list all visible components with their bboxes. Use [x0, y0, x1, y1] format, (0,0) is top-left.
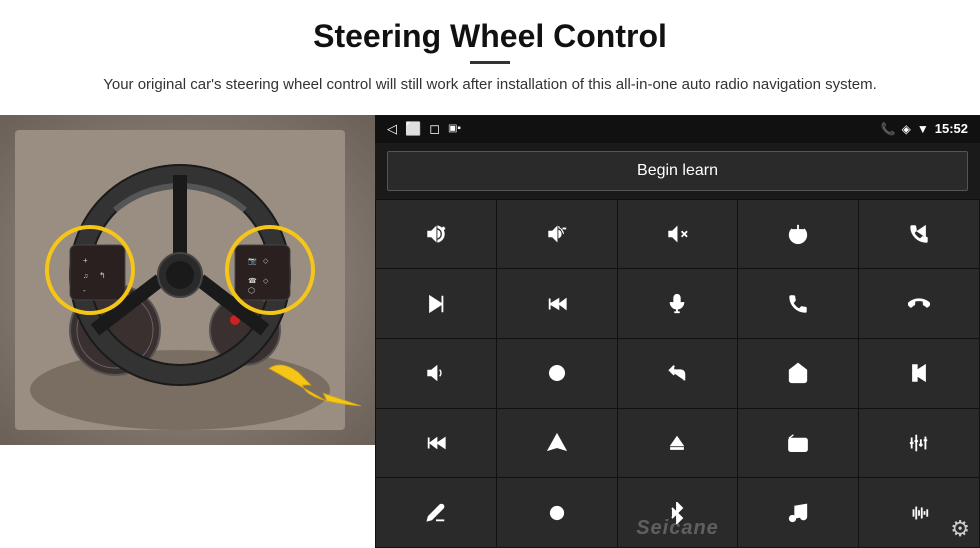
title-divider — [470, 61, 510, 64]
prev-track-icon — [908, 362, 930, 384]
navigation-button[interactable] — [497, 409, 617, 478]
pen-button[interactable] — [376, 478, 496, 547]
home-icon — [787, 362, 809, 384]
status-bar-left: ◁ ⬜ ◻ ▣▪ — [387, 121, 461, 137]
call-icon — [787, 293, 809, 315]
end-call-button[interactable] — [859, 269, 979, 338]
mic-icon — [666, 293, 688, 315]
wifi-status-icon: ▼ — [917, 122, 929, 136]
begin-learn-button[interactable]: Begin learn — [387, 151, 968, 191]
home-nav-icon[interactable]: ⬜ — [405, 121, 421, 137]
horn-button[interactable] — [376, 339, 496, 408]
back-nav-icon[interactable]: ◁ — [387, 121, 397, 137]
end-call-icon — [908, 293, 930, 315]
page-container: Steering Wheel Control Your original car… — [0, 0, 980, 548]
fast-forward-next-button[interactable] — [497, 269, 617, 338]
horn-icon — [425, 362, 447, 384]
music-button[interactable] — [738, 478, 858, 547]
clock-display: 15:52 — [935, 121, 968, 136]
radio-icon — [787, 432, 809, 454]
status-bar: ◁ ⬜ ◻ ▣▪ 📞 ◈ ▼ 15:52 — [375, 115, 980, 143]
camera-360-icon: 360° — [546, 362, 568, 384]
music-icon — [787, 502, 809, 524]
status-bar-right: 📞 ◈ ▼ 15:52 — [881, 121, 968, 136]
pen-icon — [425, 502, 447, 524]
camera-small-button[interactable] — [497, 478, 617, 547]
back-icon — [666, 362, 688, 384]
gear-icon[interactable]: ⚙ — [950, 516, 970, 542]
phone-status-icon: 📞 — [881, 122, 896, 136]
volume-up-button[interactable] — [376, 200, 496, 269]
bluetooth-button[interactable] — [618, 478, 738, 547]
navigation-icon — [546, 432, 568, 454]
next-icon — [425, 293, 447, 315]
back-button[interactable] — [618, 339, 738, 408]
recent-nav-icon[interactable]: ◻ — [429, 121, 440, 137]
page-title: Steering Wheel Control — [60, 18, 920, 55]
svg-text:360°: 360° — [554, 372, 562, 376]
eq-button[interactable] — [859, 409, 979, 478]
prev-track-button[interactable] — [859, 339, 979, 408]
highlight-circle-right — [225, 225, 315, 315]
call-button[interactable] — [738, 269, 858, 338]
phone-prev-icon — [908, 223, 930, 245]
eject-button[interactable] — [618, 409, 738, 478]
location-status-icon: ◈ — [902, 122, 911, 136]
phone-prev-button[interactable] — [859, 200, 979, 269]
yellow-arrow-icon — [265, 355, 365, 415]
volume-down-button[interactable] — [497, 200, 617, 269]
fast-forward-icon — [425, 432, 447, 454]
camera-small-icon — [546, 502, 568, 524]
power-button[interactable] — [738, 200, 858, 269]
next-button[interactable] — [376, 269, 496, 338]
waveform-icon — [908, 502, 930, 524]
android-panel: ◁ ⬜ ◻ ▣▪ 📞 ◈ ▼ 15:52 Begin learn — [375, 115, 980, 548]
fast-forward-next-icon — [546, 293, 568, 315]
radio-button[interactable] — [738, 409, 858, 478]
volume-down-icon — [546, 223, 568, 245]
eq-icon — [908, 432, 930, 454]
highlight-circle-left — [45, 225, 135, 315]
mic-button[interactable] — [618, 269, 738, 338]
car-image-panel: + ♫ - ↰ 📷 ◇ ☎ ◇ ⬡ — [0, 115, 375, 445]
header-section: Steering Wheel Control Your original car… — [0, 0, 980, 107]
camera-360-button[interactable]: 360° — [497, 339, 617, 408]
signal-icon: ▣▪ — [448, 123, 461, 134]
eject-icon — [666, 432, 688, 454]
subtitle-text: Your original car's steering wheel contr… — [90, 74, 890, 97]
mute-button[interactable] — [618, 200, 738, 269]
volume-up-icon — [425, 223, 447, 245]
power-icon — [787, 223, 809, 245]
bluetooth-icon — [666, 502, 688, 524]
home-button[interactable] — [738, 339, 858, 408]
mute-icon — [666, 223, 688, 245]
control-grid: 360° — [375, 199, 980, 548]
content-row: + ♫ - ↰ 📷 ◇ ☎ ◇ ⬡ — [0, 115, 980, 548]
fast-forward-button[interactable] — [376, 409, 496, 478]
car-image-bg: + ♫ - ↰ 📷 ◇ ☎ ◇ ⬡ — [0, 115, 375, 445]
